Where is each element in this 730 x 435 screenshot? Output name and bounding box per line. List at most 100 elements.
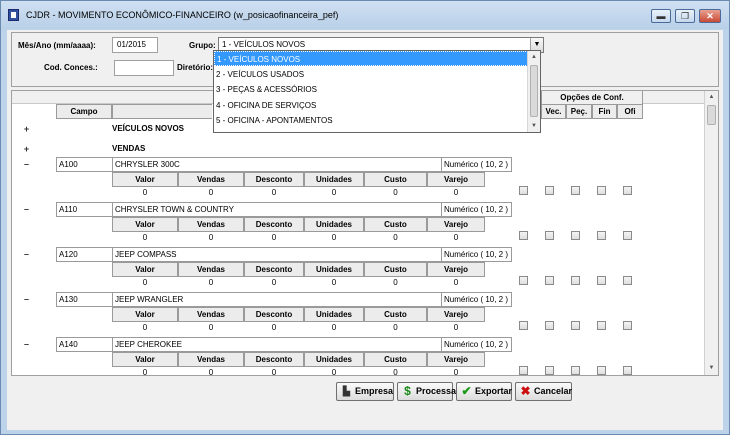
value-cell[interactable]: 0 bbox=[304, 321, 364, 334]
value-cell[interactable]: 0 bbox=[427, 186, 485, 199]
option-checkbox[interactable] bbox=[545, 321, 554, 330]
option-checkbox[interactable] bbox=[623, 321, 632, 330]
value-cell[interactable]: 0 bbox=[178, 321, 244, 334]
option-checkbox[interactable] bbox=[623, 186, 632, 195]
option-checkbox[interactable] bbox=[623, 276, 632, 285]
value-cell[interactable]: 0 bbox=[178, 186, 244, 199]
option-checkbox[interactable] bbox=[545, 186, 554, 195]
field-type: Numérico ( 10, 2 ) bbox=[441, 247, 512, 262]
option-checkbox[interactable] bbox=[597, 231, 606, 240]
collapse-icon[interactable]: – bbox=[22, 295, 31, 304]
value-cell[interactable]: 0 bbox=[178, 231, 244, 244]
value-cell[interactable]: 0 bbox=[364, 276, 427, 289]
empresa-button[interactable]: ▙ Empresa bbox=[336, 382, 394, 401]
dropdown-scrollbar[interactable]: ▲ ▼ bbox=[527, 51, 540, 132]
scroll-thumb[interactable] bbox=[530, 65, 538, 117]
dropdown-option[interactable]: 1 - VEÍCULOS NOVOS bbox=[214, 51, 528, 66]
option-checkbox[interactable] bbox=[623, 231, 632, 240]
expand-icon[interactable]: + bbox=[22, 125, 31, 134]
value-column-header: Vendas bbox=[178, 307, 244, 322]
option-checkbox[interactable] bbox=[571, 276, 580, 285]
value-cell[interactable]: 0 bbox=[112, 276, 178, 289]
minimize-button[interactable]: ▬ bbox=[651, 9, 671, 23]
value-column-header: Vendas bbox=[178, 217, 244, 232]
field-type: Numérico ( 10, 2 ) bbox=[441, 292, 512, 307]
option-checkbox[interactable] bbox=[597, 321, 606, 330]
value-cell[interactable]: 0 bbox=[112, 321, 178, 334]
collapse-icon[interactable]: – bbox=[22, 250, 31, 259]
option-checkbox[interactable] bbox=[571, 186, 580, 195]
value-column-header: Unidades bbox=[304, 217, 364, 232]
processar-button[interactable]: $ Processar bbox=[397, 382, 460, 401]
value-cell[interactable]: 0 bbox=[364, 231, 427, 244]
value-cell[interactable]: 0 bbox=[244, 366, 304, 375]
scroll-down-icon[interactable]: ▼ bbox=[705, 362, 718, 375]
close-button[interactable]: ✕ bbox=[699, 9, 721, 23]
value-cell[interactable]: 0 bbox=[112, 186, 178, 199]
value-cell[interactable]: 0 bbox=[178, 276, 244, 289]
value-cell[interactable]: 0 bbox=[427, 276, 485, 289]
cancelar-button[interactable]: ✖ Cancelar bbox=[515, 382, 572, 401]
value-cell[interactable]: 0 bbox=[427, 321, 485, 334]
collapse-icon[interactable]: – bbox=[22, 160, 31, 169]
option-checkbox[interactable] bbox=[571, 366, 580, 375]
value-cell[interactable]: 0 bbox=[364, 186, 427, 199]
option-checkbox[interactable] bbox=[597, 186, 606, 195]
collapse-icon[interactable]: – bbox=[22, 340, 31, 349]
title-bar[interactable]: CJDR - MOVIMENTO ECONÔMICO-FINANCEIRO (w… bbox=[1, 1, 729, 29]
vertical-scrollbar[interactable]: ▲ ▼ bbox=[704, 91, 718, 375]
option-checkbox[interactable] bbox=[597, 276, 606, 285]
option-checkbox[interactable] bbox=[545, 231, 554, 240]
value-cell[interactable]: 0 bbox=[427, 366, 485, 375]
value-cell[interactable]: 0 bbox=[304, 366, 364, 375]
cod-conces-field[interactable] bbox=[114, 60, 174, 76]
value-cell[interactable]: 0 bbox=[112, 231, 178, 244]
exportar-button[interactable]: ✔ Exportar bbox=[456, 382, 512, 401]
mes-ano-label: Mês/Ano (mm/aaaa): bbox=[18, 41, 96, 50]
option-checkbox[interactable] bbox=[519, 366, 528, 375]
value-column-header: Valor bbox=[112, 262, 178, 277]
value-column-header: Varejo bbox=[427, 307, 485, 322]
value-column-header: Valor bbox=[112, 172, 178, 187]
restore-button[interactable]: ❐ bbox=[675, 9, 695, 23]
option-checkbox[interactable] bbox=[519, 321, 528, 330]
group-label-vendas: VENDAS bbox=[112, 144, 146, 153]
value-cell[interactable]: 0 bbox=[427, 231, 485, 244]
dropdown-option[interactable]: 3 - PEÇAS & ACESSÓRIOS bbox=[214, 82, 528, 97]
value-cell[interactable]: 0 bbox=[244, 231, 304, 244]
dropdown-option[interactable]: 2 - VEÍCULOS USADOS bbox=[214, 67, 528, 82]
option-checkbox[interactable] bbox=[519, 231, 528, 240]
value-cell[interactable]: 0 bbox=[112, 366, 178, 375]
expand-icon[interactable]: + bbox=[22, 145, 31, 154]
value-cell[interactable]: 0 bbox=[244, 321, 304, 334]
value-cell[interactable]: 0 bbox=[304, 231, 364, 244]
option-checkbox[interactable] bbox=[571, 231, 580, 240]
value-cell[interactable]: 0 bbox=[304, 186, 364, 199]
app-icon bbox=[8, 9, 19, 21]
option-checkbox[interactable] bbox=[519, 276, 528, 285]
value-cell[interactable]: 0 bbox=[364, 321, 427, 334]
value-column-header: Desconto bbox=[244, 262, 304, 277]
mes-ano-field[interactable]: 01/2015 bbox=[112, 37, 158, 53]
scroll-down-icon[interactable]: ▼ bbox=[528, 120, 540, 132]
value-cell[interactable]: 0 bbox=[178, 366, 244, 375]
scroll-up-icon[interactable]: ▲ bbox=[705, 91, 718, 104]
scroll-up-icon[interactable]: ▲ bbox=[528, 51, 540, 63]
field-code: A110 bbox=[56, 202, 113, 217]
dropdown-option[interactable]: 5 - OFICINA - APONTAMENTOS bbox=[214, 113, 528, 128]
value-cell[interactable]: 0 bbox=[244, 186, 304, 199]
scroll-thumb[interactable] bbox=[707, 105, 716, 125]
option-checkbox[interactable] bbox=[545, 276, 554, 285]
option-checkbox[interactable] bbox=[571, 321, 580, 330]
option-checkbox[interactable] bbox=[519, 186, 528, 195]
value-cell[interactable]: 0 bbox=[304, 276, 364, 289]
collapse-icon[interactable]: – bbox=[22, 205, 31, 214]
option-checkbox[interactable] bbox=[545, 366, 554, 375]
value-column-header: Desconto bbox=[244, 352, 304, 367]
option-checkbox[interactable] bbox=[623, 366, 632, 375]
grupo-dropdown-list[interactable]: 1 - VEÍCULOS NOVOS 2 - VEÍCULOS USADOS 3… bbox=[213, 50, 541, 133]
value-cell[interactable]: 0 bbox=[244, 276, 304, 289]
option-checkbox[interactable] bbox=[597, 366, 606, 375]
dropdown-option[interactable]: 4 - OFICINA DE SERVIÇOS bbox=[214, 98, 528, 113]
value-cell[interactable]: 0 bbox=[364, 366, 427, 375]
